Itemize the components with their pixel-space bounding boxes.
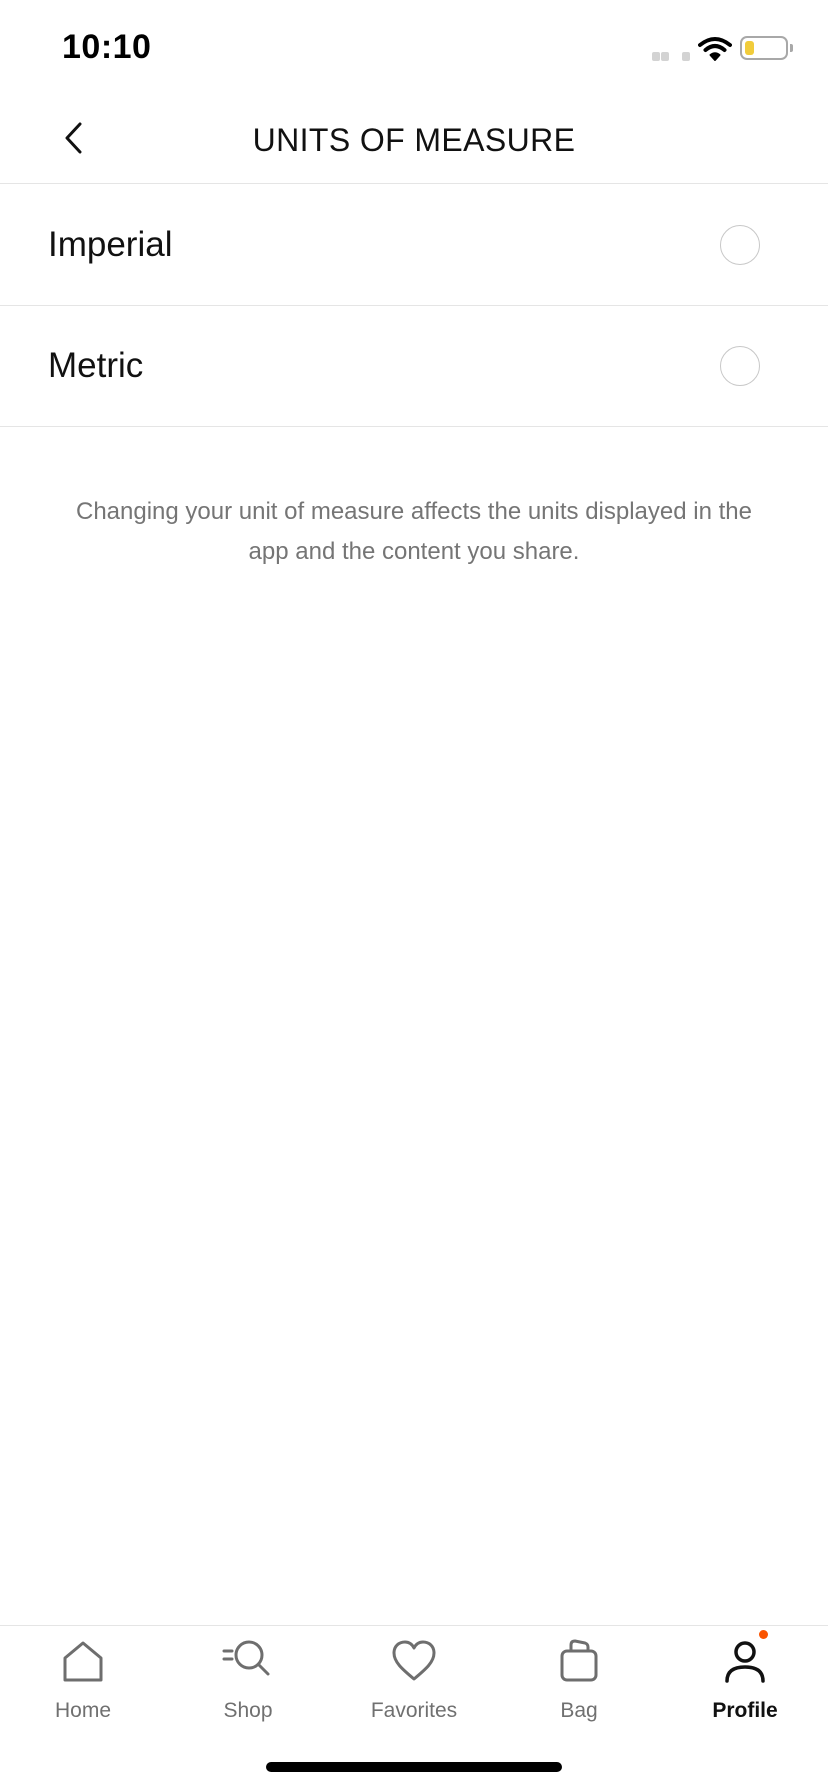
radio-metric[interactable] xyxy=(720,346,760,386)
tab-bag[interactable]: Bag xyxy=(496,1626,662,1736)
tab-label-home: Home xyxy=(54,1699,112,1722)
tab-favorites[interactable]: Favorites xyxy=(331,1626,497,1736)
radio-imperial[interactable] xyxy=(720,225,760,265)
home-indicator xyxy=(266,1762,562,1772)
bag-icon xyxy=(553,1636,605,1686)
shop-search-icon xyxy=(222,1636,274,1686)
home-icon xyxy=(57,1636,109,1686)
tab-label-favorites: Favorites xyxy=(370,1699,458,1722)
status-time: 10:10 xyxy=(62,28,152,66)
heart-icon xyxy=(388,1636,440,1686)
tab-profile[interactable]: Profile xyxy=(662,1626,828,1736)
wifi-icon xyxy=(698,36,732,62)
option-label-metric: Metric xyxy=(48,346,144,385)
tab-label-bag: Bag xyxy=(560,1699,598,1722)
tab-home[interactable]: Home xyxy=(0,1626,166,1736)
page-title: UNITS OF MEASURE xyxy=(252,122,576,158)
status-bar: 10:10 xyxy=(0,0,828,96)
battery-icon xyxy=(740,36,794,62)
cellular-signal-icon xyxy=(652,52,690,62)
option-imperial[interactable]: Imperial xyxy=(0,185,828,306)
tab-shop[interactable]: Shop xyxy=(165,1626,331,1736)
tab-label-profile: Profile xyxy=(712,1699,778,1722)
profile-icon xyxy=(719,1630,771,1686)
screen: 10:10 UNITS OF MEASURE Imperial Metric C… xyxy=(0,0,828,1792)
tab-label-shop: Shop xyxy=(223,1699,273,1722)
nav-header: UNITS OF MEASURE xyxy=(0,96,828,184)
notification-dot xyxy=(759,1630,768,1639)
units-options-list: Imperial Metric xyxy=(0,185,828,427)
units-info-note: Changing your unit of measure affects th… xyxy=(76,498,752,565)
option-label-imperial: Imperial xyxy=(48,225,173,264)
option-metric[interactable]: Metric xyxy=(0,306,828,427)
